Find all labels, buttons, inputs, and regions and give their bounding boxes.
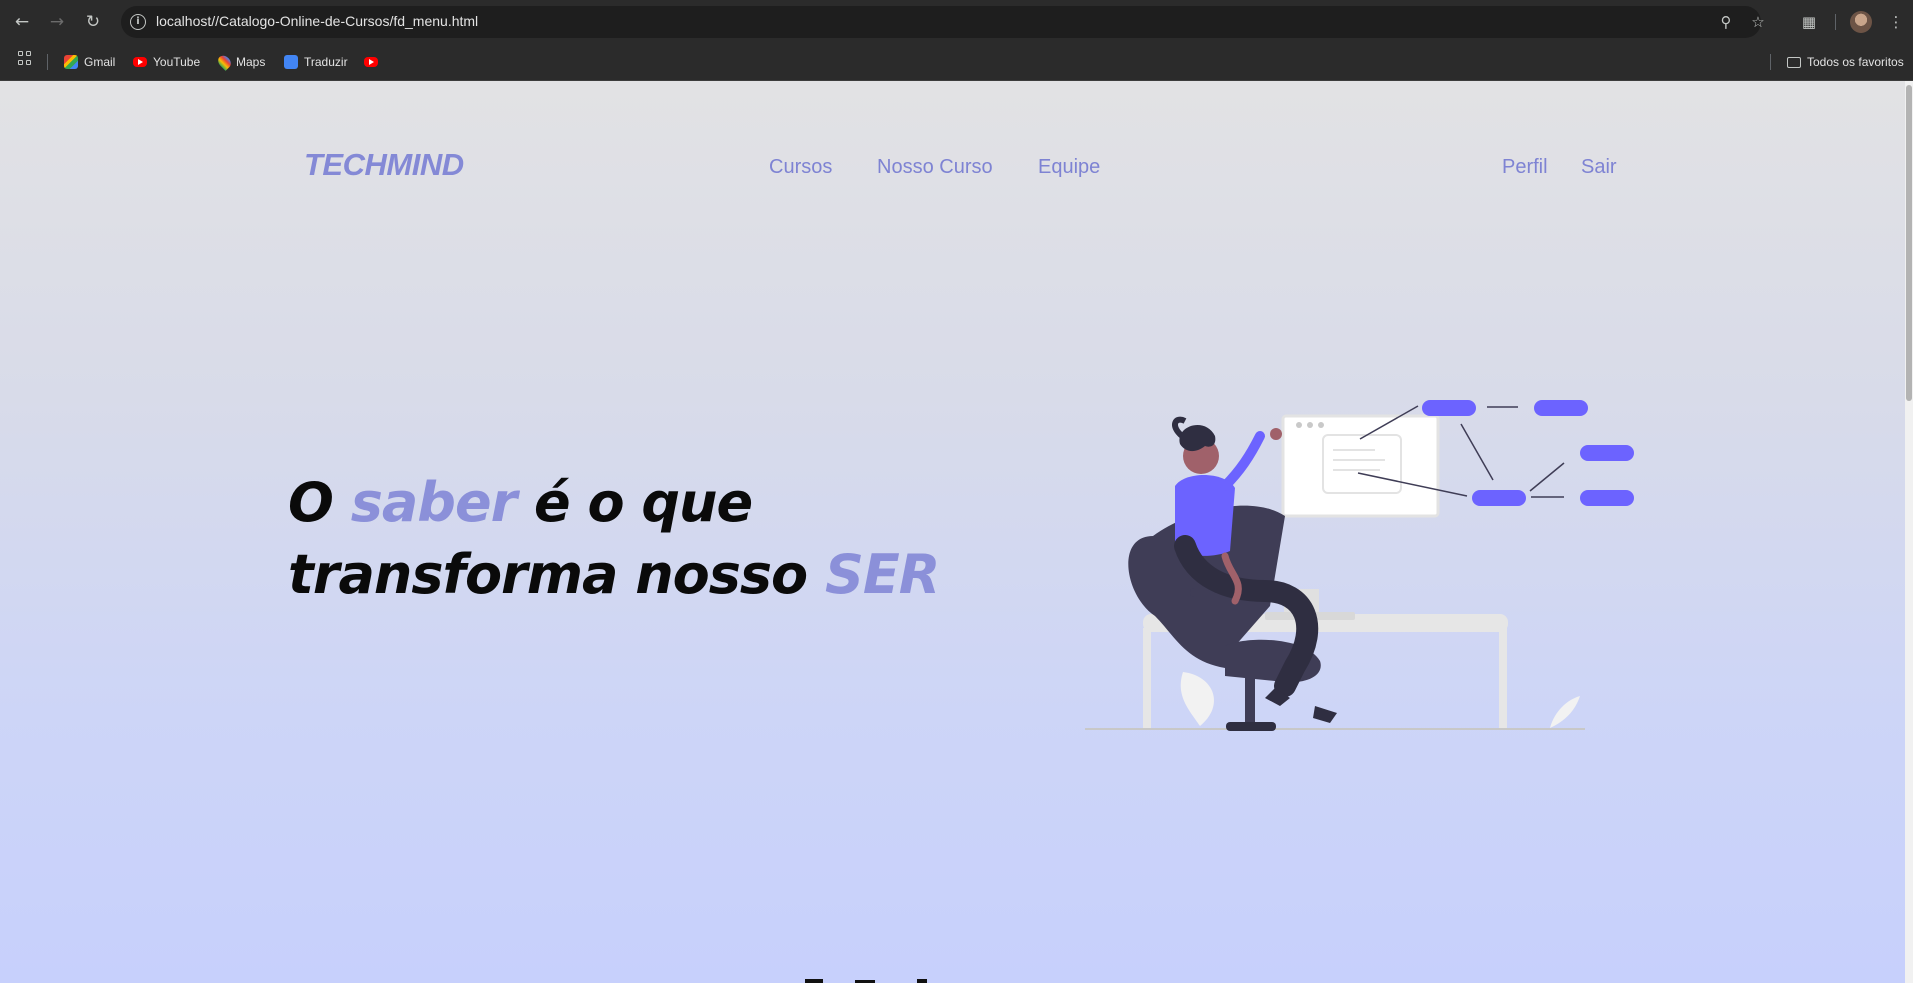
toolbar-separator <box>1835 14 1836 30</box>
gmail-icon <box>64 55 78 69</box>
bookmarks-bar: Gmail YouTube Maps Traduzir Todos os fav… <box>0 44 1913 81</box>
hero-headline-line-1: O saber é o que <box>288 471 753 534</box>
reload-icon[interactable]: ↻ <box>81 10 105 34</box>
bookmark-label: Traduzir <box>304 55 348 69</box>
next-section-peek <box>805 979 927 983</box>
person-hand <box>1270 428 1282 440</box>
person-arm-raised <box>1220 431 1265 491</box>
back-icon[interactable]: ← <box>10 10 34 34</box>
person-ponytail <box>1172 416 1187 439</box>
plant-right <box>1550 696 1580 728</box>
bookmark-youtube-2[interactable] <box>364 51 378 73</box>
bookmark-label: Maps <box>236 55 266 69</box>
page-scrollbar[interactable] <box>1905 81 1913 983</box>
apps-grid-icon[interactable] <box>18 51 32 65</box>
flow-node <box>1580 490 1634 506</box>
profile-avatar[interactable] <box>1850 11 1872 33</box>
menu-kebab-icon[interactable]: ⋮ <box>1884 10 1908 34</box>
bookmarks-separator <box>47 54 48 70</box>
youtube-icon <box>133 57 147 67</box>
desk-leg-right <box>1499 628 1507 728</box>
plant-left <box>1180 672 1215 726</box>
flow-node <box>1472 490 1526 506</box>
nav-link-sair[interactable]: Sair <box>1581 156 1617 179</box>
monitor-screen <box>1281 414 1440 518</box>
chair-base <box>1226 722 1276 731</box>
scrollbar-thumb[interactable] <box>1906 85 1912 401</box>
bookmark-gmail[interactable]: Gmail <box>64 51 115 73</box>
hero-word: O <box>288 471 334 534</box>
extensions-icon[interactable]: ▦ <box>1797 10 1821 34</box>
bookmark-star-icon[interactable]: ☆ <box>1748 12 1768 32</box>
bookmark-label: Gmail <box>84 55 116 69</box>
bookmarks-separator <box>1770 54 1771 70</box>
all-bookmarks-folder[interactable]: Todos os favoritos <box>1787 51 1904 73</box>
hero-accent-word: saber <box>350 471 517 534</box>
address-bar-url[interactable]: localhost//Catalogo-Online-de-Cursos/fd_… <box>156 13 478 29</box>
chair-post <box>1245 676 1255 726</box>
flow-node <box>1422 400 1476 416</box>
maps-icon <box>215 53 234 71</box>
zoom-icon[interactable]: ⚲ <box>1716 12 1736 32</box>
forward-icon[interactable]: → <box>45 10 69 34</box>
translate-icon <box>284 55 298 69</box>
flow-node <box>1534 400 1588 416</box>
nav-link-nosso-curso[interactable]: Nosso Curso <box>877 156 993 179</box>
nav-link-perfil[interactable]: Perfil <box>1502 156 1548 179</box>
folder-icon <box>1787 56 1801 68</box>
hero-word: é o que <box>534 471 753 534</box>
flow-node <box>1580 445 1634 461</box>
bookmark-traduzir[interactable]: Traduzir <box>284 51 348 73</box>
bookmark-youtube[interactable]: YouTube <box>133 51 200 73</box>
hero-accent-word: SER <box>824 543 940 606</box>
all-bookmarks-label: Todos os favoritos <box>1807 55 1904 69</box>
nav-link-equipe[interactable]: Equipe <box>1038 156 1100 179</box>
address-bar[interactable]: i localhost//Catalogo-Online-de-Cursos/f… <box>121 6 1765 38</box>
bookmark-label: YouTube <box>153 55 201 69</box>
site-info-icon[interactable]: i <box>130 14 146 30</box>
desk-leg-left <box>1143 628 1151 728</box>
browser-toolbar: ← → ↻ i localhost//Catalogo-Online-de-Cu… <box>0 0 1913 44</box>
site-logo[interactable]: TECHMIND <box>304 147 464 183</box>
nav-link-cursos[interactable]: Cursos <box>769 156 832 179</box>
hero-headline-line-2: transforma nosso SER <box>288 543 940 606</box>
hero-illustration <box>1085 400 1634 731</box>
youtube-icon <box>364 57 378 67</box>
person-shoe-right <box>1313 706 1337 723</box>
bookmark-maps[interactable]: Maps <box>215 51 266 73</box>
page-viewport: TECHMIND Cursos Nosso Curso Equipe Perfi… <box>0 81 1905 983</box>
hero-word: transforma nosso <box>288 543 808 606</box>
